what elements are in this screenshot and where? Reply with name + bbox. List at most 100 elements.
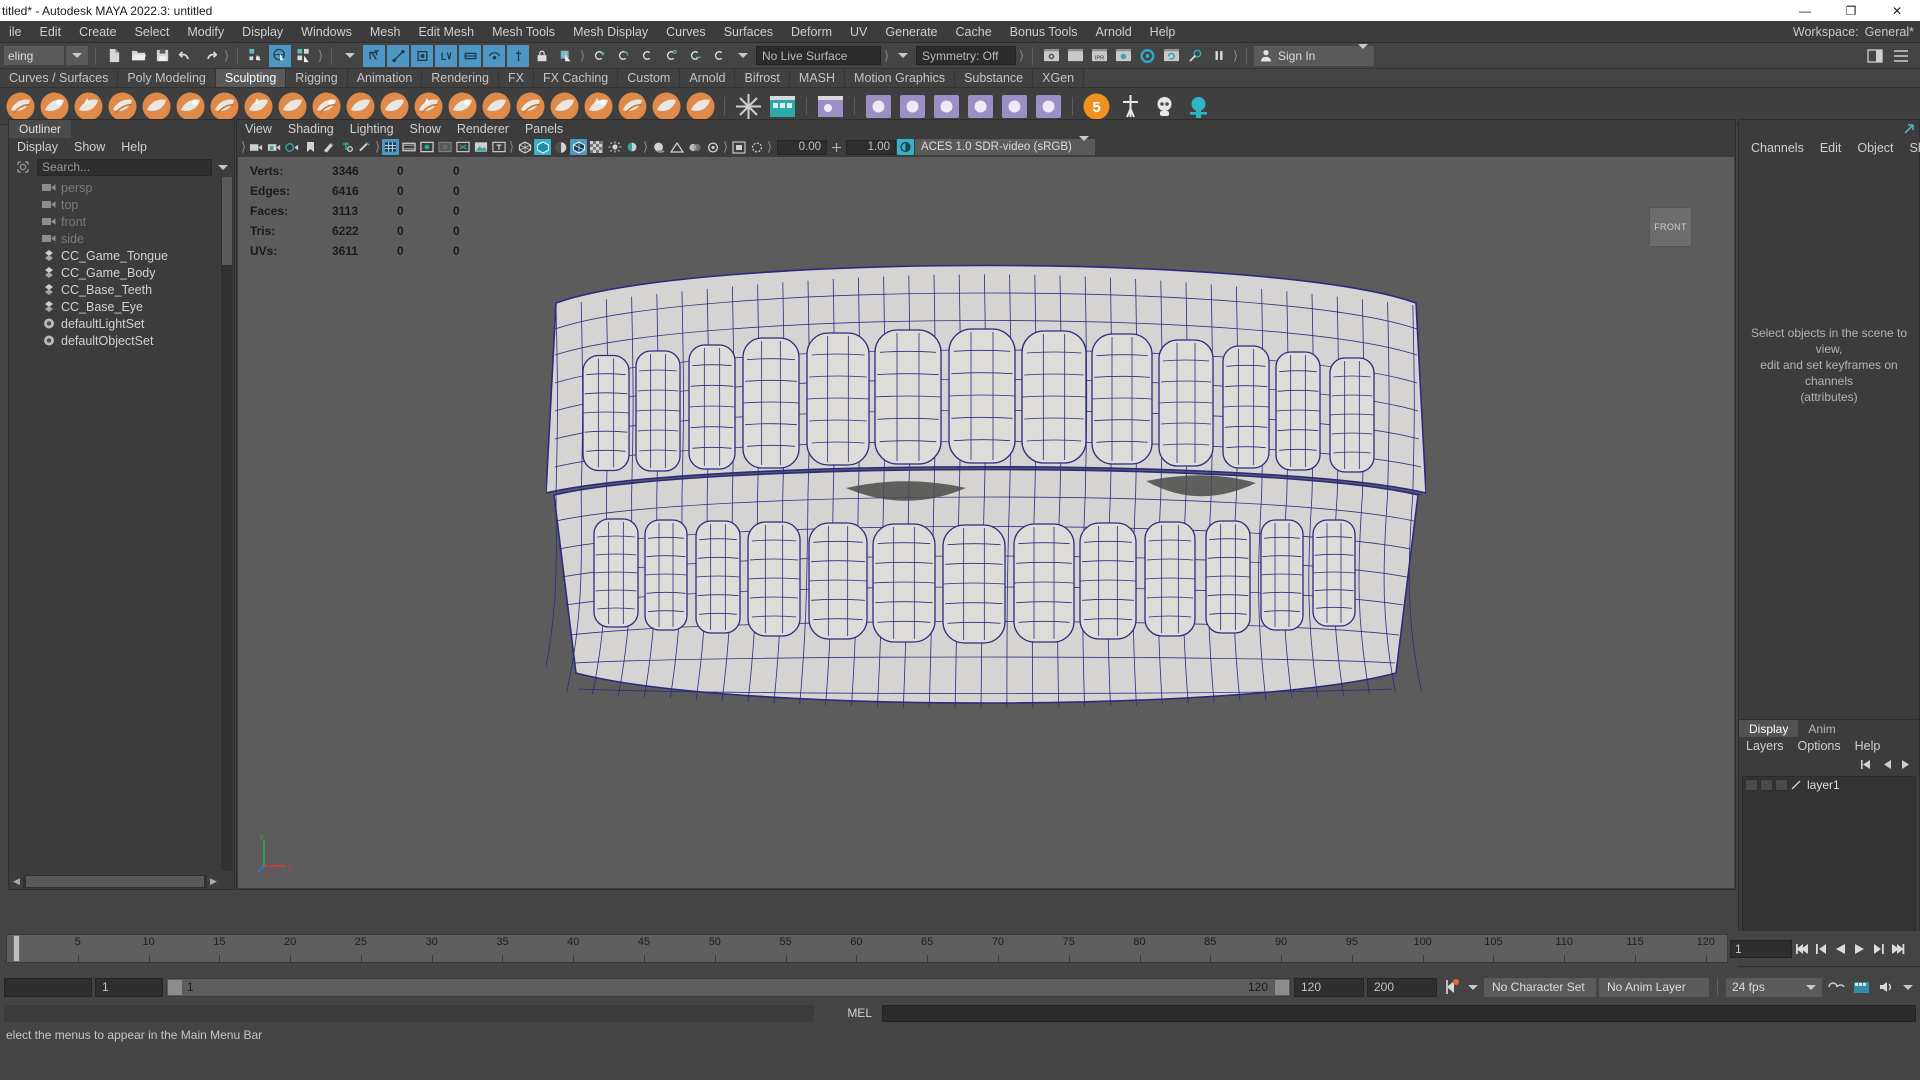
- channel-box-expand-icon[interactable]: [1902, 122, 1916, 136]
- exposure-field[interactable]: 0.00: [777, 139, 827, 155]
- layer-editor-menu-help[interactable]: Help: [1848, 737, 1888, 755]
- snap-dropdown-icon[interactable]: [732, 45, 754, 67]
- layer-toggle-2[interactable]: [1775, 778, 1788, 791]
- menu-mesh-tools[interactable]: Mesh Tools: [483, 21, 564, 43]
- layer-editor-tab-anim[interactable]: Anim: [1798, 720, 1846, 737]
- auto-keyframe-icon[interactable]: [1440, 976, 1462, 998]
- sidebar-toggle-icon[interactable]: [1864, 45, 1886, 67]
- outliner-item-list[interactable]: persp top front side CC_Game_Tongue CC_Game_B…: [9, 177, 234, 889]
- playback-settings-icon[interactable]: [1850, 977, 1872, 997]
- snap-to-point-icon[interactable]: [636, 45, 658, 67]
- shelf-amplify-tool-icon[interactable]: [549, 91, 580, 122]
- menu-select[interactable]: Select: [126, 21, 179, 43]
- paint-effects-icon[interactable]: [320, 139, 337, 155]
- outliner-filter-icon[interactable]: [12, 160, 34, 174]
- save-scene-icon[interactable]: [151, 45, 173, 67]
- layer-prev-icon[interactable]: [1878, 756, 1895, 773]
- layer-toggle-1[interactable]: [1760, 778, 1773, 791]
- pause-render-icon[interactable]: [1208, 45, 1230, 67]
- layer-editor-menu-options[interactable]: Options: [1791, 737, 1848, 755]
- outliner-search-dropdown-icon[interactable]: [215, 164, 231, 170]
- ambient-occlusion-icon[interactable]: [650, 139, 667, 155]
- shelf-tab-bifrost[interactable]: Bifrost: [735, 69, 790, 87]
- layer-editor-tab-display[interactable]: Display: [1739, 720, 1799, 737]
- shelf-tab-animation[interactable]: Animation: [347, 69, 423, 87]
- menu-set-selector[interactable]: eling: [4, 46, 64, 65]
- menu-help[interactable]: Help: [1141, 21, 1185, 43]
- time-slider[interactable]: 5 10 15 20 25 30 35 40 45 50 55 60 65 70 75 80 85 90 95 100…: [0, 931, 1920, 966]
- outliner-menu-display[interactable]: Display: [9, 138, 66, 157]
- redo-icon[interactable]: [199, 45, 221, 67]
- xray-joints-icon[interactable]: [454, 139, 471, 155]
- shelf-skeleton-tool-icon[interactable]: [897, 91, 928, 122]
- wireframe-on-shaded-icon[interactable]: [570, 139, 587, 155]
- scroll-thumb[interactable]: [222, 177, 232, 265]
- shelf-tab-poly-modeling[interactable]: Poly Modeling: [118, 69, 216, 87]
- outliner-menu-show[interactable]: Show: [66, 138, 113, 157]
- shelf-shader-tool-icon[interactable]: [1033, 91, 1064, 122]
- scroll-left-icon[interactable]: ◀: [10, 875, 23, 888]
- exposure-slider-icon[interactable]: [828, 139, 845, 155]
- maximize-button[interactable]: ❐: [1828, 0, 1874, 21]
- close-button[interactable]: ✕: [1874, 0, 1920, 21]
- menu-edit-mesh[interactable]: Edit Mesh: [409, 21, 483, 43]
- shelf-paint-weights-icon[interactable]: [931, 91, 962, 122]
- render-sequence-icon[interactable]: [1160, 45, 1182, 67]
- outliner-item-cc_base_teeth[interactable]: CC_Base_Teeth: [9, 281, 234, 298]
- shelf-tab-mash[interactable]: MASH: [789, 69, 846, 87]
- outliner-menu-help[interactable]: Help: [113, 138, 155, 157]
- range-start-field[interactable]: [4, 977, 92, 997]
- menu-surfaces[interactable]: Surfaces: [715, 21, 782, 43]
- shelf-tab-fx-caching[interactable]: FX Caching: [533, 69, 619, 87]
- shelf-scrape-tool-icon[interactable]: [379, 91, 410, 122]
- shelf-repeat-tool-icon[interactable]: [277, 91, 308, 122]
- shelf-wax-tool-icon[interactable]: [345, 91, 376, 122]
- shelf-fill-tool-icon[interactable]: [413, 91, 444, 122]
- fps-selector[interactable]: 24 fps: [1726, 977, 1822, 997]
- outliner-item-persp[interactable]: persp: [9, 179, 234, 196]
- scroll-right-icon[interactable]: ▶: [207, 875, 220, 888]
- workspace-value[interactable]: General*: [1865, 25, 1914, 39]
- menu-arnold[interactable]: Arnold: [1087, 21, 1141, 43]
- shelf-tab-xgen[interactable]: XGen: [1033, 69, 1085, 87]
- snap-to-curve-icon[interactable]: [612, 45, 634, 67]
- select-tool-icon[interactable]: [555, 45, 577, 67]
- outliner-tab[interactable]: Outliner: [9, 120, 72, 138]
- bookmark-icon[interactable]: [302, 139, 319, 155]
- outliner-horizontal-scrollbar[interactable]: ◀ ▶: [10, 875, 220, 888]
- outliner-item-cc_game_tongue[interactable]: CC_Game_Tongue: [9, 247, 234, 264]
- shelf-bulge-tool-icon[interactable]: [515, 91, 546, 122]
- edge-mask-icon[interactable]: [387, 44, 409, 67]
- gate-mask-icon[interactable]: [436, 139, 453, 155]
- outliner-item-side[interactable]: side: [9, 230, 234, 247]
- snap-to-view-plane-icon[interactable]: [684, 45, 706, 67]
- menu-display[interactable]: Display: [233, 21, 292, 43]
- component-mask-dropdown-icon[interactable]: [339, 45, 361, 67]
- gamma-field[interactable]: 1.00: [846, 139, 896, 155]
- live-surface-field[interactable]: No Live Surface: [756, 46, 881, 65]
- ipr-render-icon[interactable]: IPR: [1088, 45, 1110, 67]
- view-cube[interactable]: FRONT: [1649, 207, 1692, 247]
- shelf-spray-tool-icon[interactable]: [243, 91, 274, 122]
- viewport-menu-panels[interactable]: Panels: [517, 120, 571, 138]
- shade-selected-icon[interactable]: [552, 139, 569, 155]
- layer-toggle-0[interactable]: [1745, 778, 1758, 791]
- layer-next-icon[interactable]: [1898, 756, 1915, 773]
- shelf-bake-tool-icon[interactable]: [685, 91, 716, 122]
- select-camera-icon[interactable]: [248, 139, 265, 155]
- menu-windows[interactable]: Windows: [292, 21, 361, 43]
- shelf-five-badge-icon[interactable]: 5: [1081, 91, 1112, 122]
- step-back-icon[interactable]: [1813, 940, 1830, 957]
- animation-preferences-icon[interactable]: [1825, 977, 1847, 997]
- resolution-gate-icon[interactable]: [418, 139, 435, 155]
- shelf-uv-editor-icon[interactable]: [815, 91, 846, 122]
- shelf-tab-motion-graphics[interactable]: Motion Graphics: [845, 69, 956, 87]
- scroll-thumb[interactable]: [26, 876, 204, 887]
- outliner-item-cc_game_body[interactable]: CC_Game_Body: [9, 264, 234, 281]
- use-all-lights-icon[interactable]: [606, 139, 623, 155]
- menu-uv[interactable]: UV: [841, 21, 876, 43]
- shelf-knife-tool-icon[interactable]: [447, 91, 478, 122]
- outliner-search-input[interactable]: Search...: [37, 158, 212, 176]
- anim-end-field[interactable]: 200: [1367, 977, 1437, 997]
- menu-ile[interactable]: ile: [0, 21, 31, 43]
